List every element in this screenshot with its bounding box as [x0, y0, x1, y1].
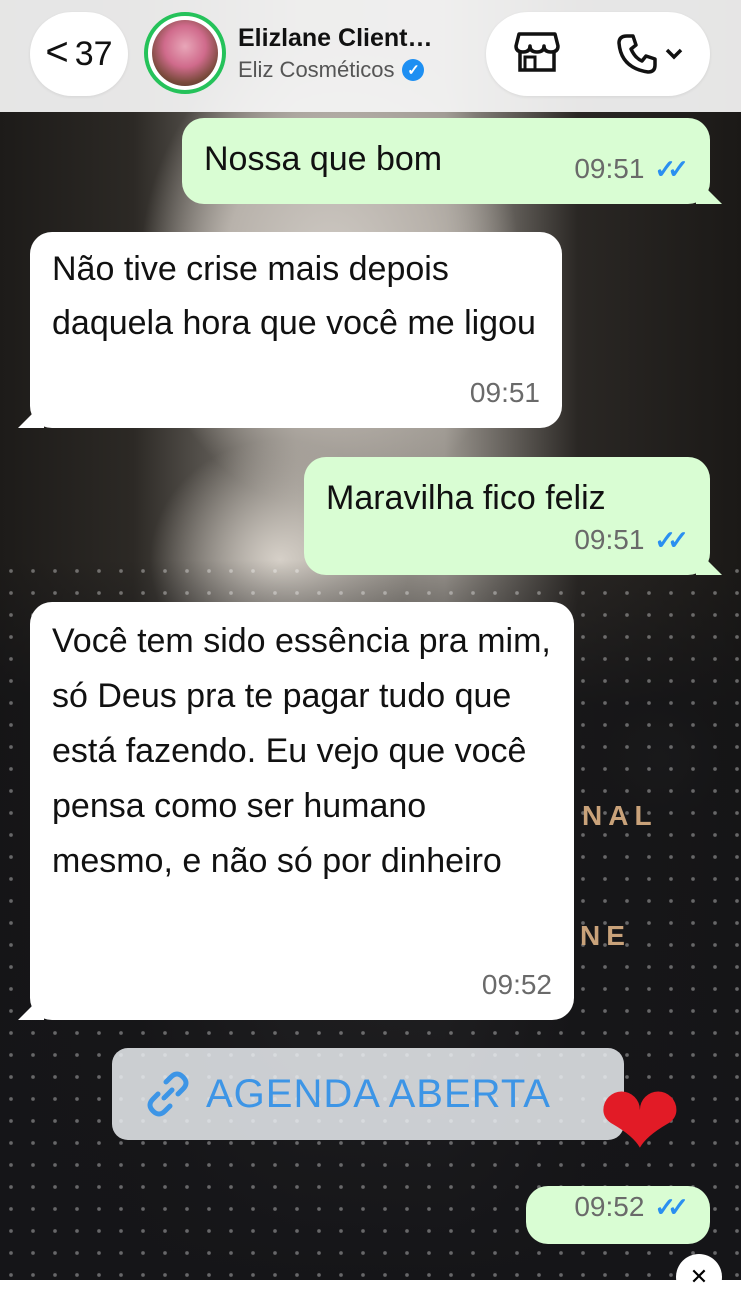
message-text: Você tem sido essência pra mim, só Deus … — [52, 622, 551, 880]
heart-emoji: ❤ — [598, 1066, 682, 1178]
chevron-left-icon: < — [45, 30, 69, 74]
double-check-icon: ✓✓ — [654, 1192, 688, 1222]
avatar-image — [152, 20, 218, 86]
wallpaper-text: NE — [580, 920, 631, 951]
chat-header: < 37 Elizlane Client… Eliz Cosméticos ✓ — [0, 0, 741, 112]
close-icon: ✕ — [689, 1264, 709, 1289]
wallpaper-text: NAL — [582, 800, 658, 831]
message-time: 09:52 — [481, 969, 552, 1000]
contact-name: Elizlane Client… — [238, 24, 433, 52]
call-button[interactable] — [615, 32, 683, 76]
message-time: 09:52 — [574, 1191, 645, 1222]
message-text: Não tive crise mais depois daquela hora … — [52, 250, 536, 342]
link-icon — [147, 1071, 189, 1117]
message-time: 09:51 — [574, 153, 645, 184]
contact-info[interactable]: Elizlane Client… Eliz Cosméticos ✓ — [238, 24, 468, 83]
double-check-icon: ✓✓ — [654, 525, 688, 555]
message-bubble-outgoing[interactable]: Maravilha fico feliz 09:51 ✓✓ — [304, 457, 710, 575]
link-preview-title: AGENDA ABERTA — [206, 1071, 551, 1116]
business-name: Eliz Cosméticos — [238, 57, 395, 82]
message-bubble-outgoing[interactable]: Nossa que bom 09:51 ✓✓ — [182, 118, 710, 204]
message-bubble-outgoing[interactable]: 09:52 ✓✓ — [526, 1186, 710, 1244]
store-icon[interactable] — [513, 30, 561, 79]
phone-icon — [617, 34, 657, 74]
message-time: 09:51 — [574, 524, 645, 555]
message-bubble-incoming[interactable]: Não tive crise mais depois daquela hora … — [30, 232, 562, 428]
chevron-down-icon — [665, 48, 683, 60]
header-actions — [486, 12, 710, 96]
message-bubble-incoming[interactable]: Você tem sido essência pra mim, só Deus … — [30, 602, 574, 1020]
double-check-icon: ✓✓ — [654, 154, 688, 184]
back-button[interactable]: < 37 — [30, 12, 128, 96]
close-button[interactable]: ✕ — [676, 1254, 722, 1300]
avatar[interactable] — [144, 12, 226, 94]
message-time: 09:51 — [469, 377, 540, 408]
unread-count: 37 — [74, 34, 113, 73]
verified-badge-icon: ✓ — [402, 59, 425, 81]
link-preview[interactable]: AGENDA ABERTA — [112, 1048, 624, 1140]
